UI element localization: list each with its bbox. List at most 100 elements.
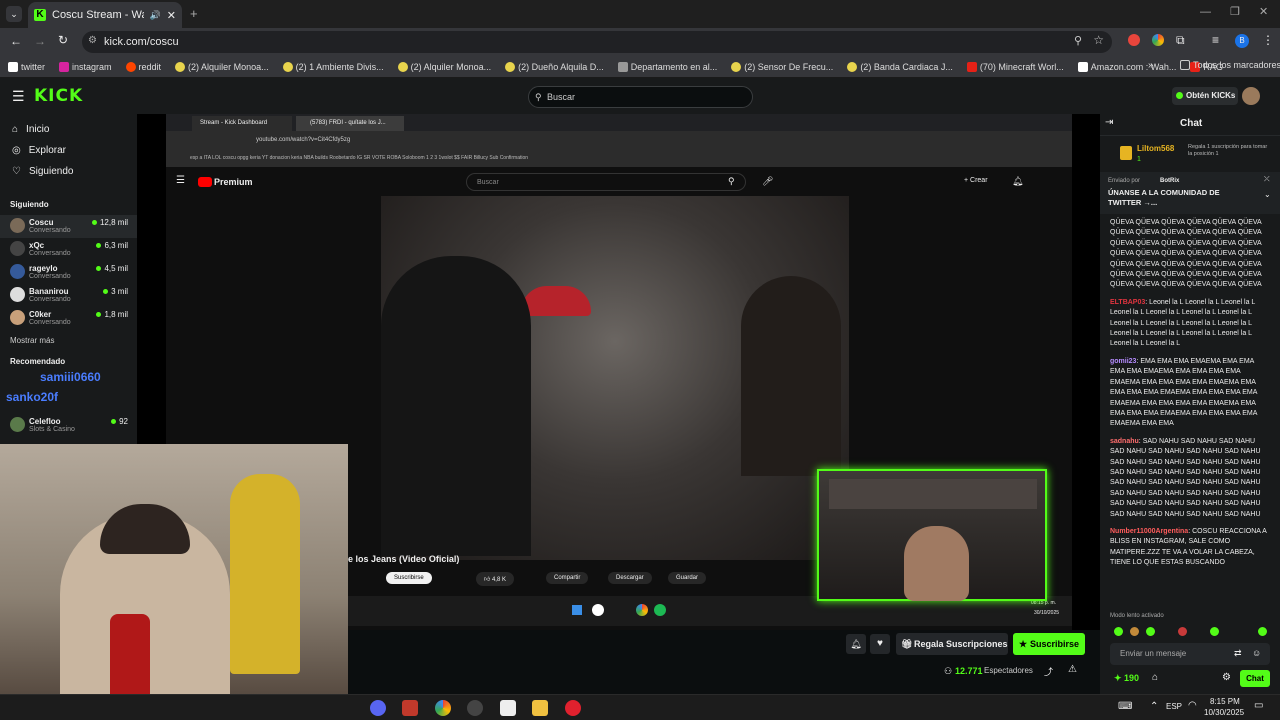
chat-panel: ⇥ Chat Liltom568 1 Regala 1 suscripción … [1100,114,1280,694]
extension-icon[interactable] [1128,34,1140,46]
tab-close-icon[interactable]: ✕ [167,9,176,22]
browser-tab-active[interactable]: K Coscu Stream - Watch Live 🔊 ✕ [28,2,182,28]
extension-icon[interactable] [1152,34,1164,46]
opera-icon[interactable] [565,700,581,716]
bookmark-star-icon[interactable]: ☆ [1093,33,1104,47]
notifications-icon[interactable]: ▭ [1254,700,1263,711]
get-kicks-button[interactable]: Obtén KICKs [1172,87,1238,105]
emote-icon[interactable] [1146,627,1155,636]
sidebar-channel-bananirou[interactable]: Bananirou Conversando 3 mil [0,284,137,307]
extensions-puzzle-icon[interactable]: ⧉ [1176,33,1185,48]
omnibox[interactable]: ⚙ kick.com/coscu ⚲ ☆ [82,31,1112,53]
bookmark-item[interactable]: (2) Sensor De Frecu... [731,61,833,72]
rewards-icon[interactable]: ⌂ [1152,672,1158,683]
inner-date: 30/10/2025 [1034,610,1060,616]
language-indicator[interactable]: ESP [1166,702,1182,711]
app-icon[interactable] [402,700,418,716]
bookmark-item[interactable]: Amazon.com : Wah... [1077,61,1176,72]
user-avatar[interactable] [1242,87,1260,105]
forward-icon[interactable]: → [34,34,46,48]
discord-icon[interactable] [370,700,386,716]
bookmark-item[interactable]: (2) Banda Cardiaca J... [847,61,953,72]
emoji-icon[interactable]: ☺ [1252,648,1261,658]
sidebar-channel-c0ker[interactable]: C0ker Conversando 1,8 mil [0,307,137,330]
report-icon[interactable]: ⚠ [1068,664,1077,675]
expand-pinned-icon[interactable]: ⌄ [1264,190,1271,200]
app-icon[interactable] [500,700,516,716]
tab-audio-icon[interactable]: 🔊 [150,10,161,21]
unpin-icon[interactable]: ⤫ [1264,175,1270,185]
taskbar-date[interactable]: 10/30/2025 [1204,708,1244,717]
emote-icon[interactable] [1130,627,1139,636]
translate-icon[interactable]: ⇄ [1234,648,1242,659]
top-gifter[interactable]: Liltom568 1 Regala 1 suscripción para to… [1100,136,1280,172]
file-explorer-icon[interactable] [532,700,548,716]
tray-chevron-icon[interactable]: ⌃ [1150,701,1158,712]
sidebar-channel-rageylo[interactable]: rageylo Conversando 4,5 mil [0,261,137,284]
chat-input-placeholder: Enviar un mensaje [1120,649,1187,658]
chat-input[interactable]: Enviar un mensaje ⇄ ☺ [1110,643,1270,665]
yt-search-icon: ⚲ [728,176,735,186]
chrome-menu-icon[interactable]: ⋮ [1262,33,1274,47]
follow-heart-icon[interactable]: ♥ [870,634,890,654]
obs-icon[interactable] [467,700,483,716]
yellow-costume-figure [230,474,300,674]
reload-icon[interactable]: ↻ [58,33,68,47]
streamer-hair [100,504,190,554]
bookmark-item[interactable]: Departamento en al... [617,61,717,72]
share-icon[interactable]: ⤴ [1044,665,1053,678]
send-chat-button[interactable]: Chat [1240,670,1270,687]
kick-logo[interactable]: KICK [34,86,83,106]
chat-username[interactable]: gomii23 [1110,358,1136,365]
subscribe-button[interactable]: ★ Suscribirse [1013,633,1085,655]
bookmark-item[interactable]: (2) Dueño Alquila D... [505,61,604,72]
nav-explore[interactable]: ◎ Explorar [0,140,137,161]
sidebar-channel-celefloo[interactable]: Celefloo Slots & Casino 92 [0,414,137,437]
new-tab-icon[interactable]: + [190,6,198,21]
minimize-icon[interactable]: — [1200,6,1211,18]
inner-tab-strip: Stream - Kick Dashboard (5783) FRDI - qu… [166,114,1072,131]
emote-icon[interactable] [1210,627,1219,636]
taskbar-time[interactable]: 8:15 PM [1210,697,1240,706]
bookmark-item[interactable]: twitter [8,61,45,72]
bookmark-item[interactable]: instagram [59,61,112,72]
chat-username[interactable]: ELTBAP03 [1110,299,1145,306]
back-icon[interactable]: ← [10,34,22,48]
pinned-message[interactable]: Enviado por BotRix ⤫ ÚNANSE A LA COMUNID… [1100,172,1280,214]
emote-icon[interactable] [1178,627,1187,636]
search-input[interactable]: ⚲ Buscar [528,86,753,108]
site-info-icon[interactable]: ⚙ [88,35,97,46]
zoom-icon[interactable]: ⚲ [1074,34,1082,47]
yt-like-button: 👍︎ 4,8 K [476,572,514,586]
close-window-icon[interactable]: ✕ [1259,5,1268,18]
chrome-icon[interactable] [435,700,451,716]
tab-search-icon[interactable]: ⌄ [6,6,22,22]
wifi-icon[interactable]: ◠ [1188,700,1197,711]
chat-settings-icon[interactable]: ⚙ [1222,672,1231,683]
keyboard-icon[interactable]: ⌨ [1118,701,1132,712]
maximize-icon[interactable]: ❐ [1230,5,1240,18]
sidebar-channel-coscu[interactable]: Coscu Conversando 12,8 mil [0,215,137,238]
all-bookmarks[interactable]: Todos los marcadores [1180,60,1280,70]
nav-following[interactable]: ♡ Siguiendo [0,161,137,182]
sidebar-channel-xqc[interactable]: xQc Conversando 6,3 mil [0,238,137,261]
bookmark-item[interactable]: reddit [125,61,161,72]
chat-username[interactable]: sadnahu [1110,438,1139,445]
gift-subs-button[interactable]: 🎁︎ Regala Suscripciones [896,633,1008,655]
bookmark-item[interactable]: (2) Alquiler Monoa... [175,61,269,72]
nav-home[interactable]: ⌂ Inicio [0,119,137,140]
collapse-chat-icon[interactable]: ⇥ [1105,117,1113,128]
notification-bell-icon[interactable]: 🔔︎ [846,634,866,654]
bookmark-item[interactable]: (2) Alquiler Monoa... [397,61,491,72]
hamburger-menu-icon[interactable]: ☰ [12,88,25,105]
bookmark-item[interactable]: (2) 1 Ambiente Divis... [282,61,384,72]
emote-icon[interactable] [1114,627,1123,636]
show-more-link[interactable]: Mostrar más [0,330,137,345]
chat-username[interactable]: Number11000Argentina [1110,528,1188,535]
media-icon[interactable]: ≡ [1212,33,1219,47]
channel-points[interactable]: ✦ 190 [1114,673,1139,684]
emote-icon[interactable] [1258,627,1267,636]
more-bookmarks-icon[interactable]: » [1148,60,1154,71]
bookmark-item[interactable]: (70) Minecraft Worl... [966,61,1064,72]
profile-avatar[interactable]: B [1235,34,1249,48]
